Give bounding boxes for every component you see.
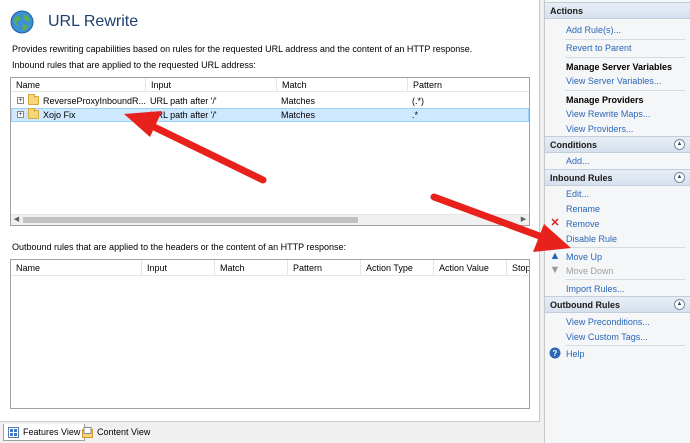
add-rules-link[interactable]: Add Rule(s)... xyxy=(566,25,621,35)
manage-server-variables-heading: Manage Server Variables xyxy=(566,62,673,72)
conditions-header: Conditions ▲ xyxy=(545,136,690,153)
col-input[interactable]: Input xyxy=(142,260,215,276)
rule-pattern: (.*) xyxy=(412,96,424,106)
expand-icon[interactable]: + xyxy=(17,97,24,104)
rule-name: ReverseProxyInboundR... xyxy=(43,96,146,106)
manage-providers-heading: Manage Providers xyxy=(566,95,644,105)
conditions-add-link[interactable]: Add... xyxy=(566,156,590,166)
actions-header: Actions xyxy=(545,2,690,19)
divider xyxy=(565,90,685,91)
import-rules-link[interactable]: Import Rules... xyxy=(566,284,625,294)
view-custom-tags-link[interactable]: View Custom Tags... xyxy=(566,332,648,342)
rule-input: URL path after '/' xyxy=(150,96,217,106)
col-name[interactable]: Name xyxy=(11,260,142,276)
globe-icon xyxy=(10,10,34,34)
outbound-rules-title: Outbound Rules xyxy=(550,300,620,310)
disable-rule-link[interactable]: Disable Rule xyxy=(566,234,617,244)
view-tabs-bar: Features View Content View xyxy=(0,421,540,443)
chevron-up-icon[interactable]: ▲ xyxy=(674,139,685,150)
red-x-icon: ✕ xyxy=(550,217,560,229)
chevron-up-icon[interactable]: ▲ xyxy=(674,299,685,310)
col-pattern[interactable]: Pattern xyxy=(408,78,529,92)
divider xyxy=(565,345,685,346)
rule-name: Xojo Fix xyxy=(43,110,76,120)
inbound-caption: Inbound rules that are applied to the re… xyxy=(12,60,256,70)
col-stop[interactable]: Stop xyxy=(507,260,529,276)
view-server-variables-link[interactable]: View Server Variables... xyxy=(566,76,661,86)
divider xyxy=(565,247,685,248)
table-row[interactable]: + ReverseProxyInboundR... URL path after… xyxy=(11,94,529,108)
view-providers-link[interactable]: View Providers... xyxy=(566,124,633,134)
divider xyxy=(565,39,685,40)
expand-icon[interactable]: + xyxy=(17,111,24,118)
col-match[interactable]: Match xyxy=(215,260,288,276)
inbound-grid-header: Name Input Match Pattern xyxy=(11,78,529,92)
outbound-caption: Outbound rules that are applied to the h… xyxy=(12,242,347,252)
col-pattern[interactable]: Pattern xyxy=(288,260,361,276)
help-link[interactable]: Help xyxy=(566,349,585,359)
view-preconditions-link[interactable]: View Preconditions... xyxy=(566,317,650,327)
features-view-icon xyxy=(8,427,19,438)
tab-features-view[interactable]: Features View xyxy=(3,424,86,441)
table-row-selected[interactable]: + Xojo Fix URL path after '/' Matches .* xyxy=(11,108,529,122)
scroll-right-icon[interactable]: ▶ xyxy=(518,215,529,225)
actions-pane: Actions Add Rule(s)... Revert to Parent … xyxy=(544,0,690,443)
content-view-icon xyxy=(82,427,93,438)
chevron-up-icon[interactable]: ▲ xyxy=(674,172,685,183)
rename-rule-link[interactable]: Rename xyxy=(566,204,600,214)
tab-features-label: Features View xyxy=(23,427,81,437)
remove-rule-link[interactable]: Remove xyxy=(566,219,600,229)
col-input[interactable]: Input xyxy=(146,78,277,92)
page-title: URL Rewrite xyxy=(48,13,139,30)
svg-text:?: ? xyxy=(553,349,558,358)
tab-content-view[interactable]: Content View xyxy=(78,424,154,441)
rule-match: Matches xyxy=(281,110,316,120)
help-icon: ? xyxy=(549,347,561,359)
page-description: Provides rewriting capabilities based on… xyxy=(12,44,473,54)
divider xyxy=(565,279,685,280)
outbound-rules-header: Outbound Rules ▲ xyxy=(545,296,690,313)
tab-content-label: Content View xyxy=(97,427,151,437)
features-panel: URL Rewrite Provides rewriting capabilit… xyxy=(0,0,540,421)
gray-down-arrow-icon: ▼ xyxy=(549,264,561,276)
col-action-type[interactable]: Action Type xyxy=(361,260,434,276)
divider xyxy=(565,57,685,58)
rule-pattern: .* xyxy=(412,110,419,120)
inbound-rules-grid[interactable]: Name Input Match Pattern + ReverseProxyI… xyxy=(10,77,530,226)
revert-to-parent-link[interactable]: Revert to Parent xyxy=(566,43,632,53)
scroll-left-icon[interactable]: ◀ xyxy=(11,215,22,225)
horizontal-scrollbar[interactable]: ◀ ▶ xyxy=(11,214,529,225)
blue-up-arrow-icon: ▲ xyxy=(549,250,561,262)
col-match[interactable]: Match xyxy=(277,78,408,92)
col-action-value[interactable]: Action Value xyxy=(434,260,507,276)
inbound-rules-title: Inbound Rules xyxy=(550,173,613,183)
view-rewrite-maps-link[interactable]: View Rewrite Maps... xyxy=(566,109,650,119)
edit-rule-link[interactable]: Edit... xyxy=(566,189,589,199)
outbound-rules-grid[interactable]: Name Input Match Pattern Action Type Act… xyxy=(10,259,530,409)
scroll-thumb[interactable] xyxy=(23,217,358,223)
rule-match: Matches xyxy=(281,96,316,106)
rule-input: URL path after '/' xyxy=(150,110,217,120)
page-header: URL Rewrite xyxy=(10,8,138,36)
move-down-link: Move Down xyxy=(566,266,614,276)
inbound-rules-header: Inbound Rules ▲ xyxy=(545,169,690,186)
col-name[interactable]: Name xyxy=(11,78,146,92)
outbound-grid-header: Name Input Match Pattern Action Type Act… xyxy=(11,260,529,276)
conditions-title: Conditions xyxy=(550,140,597,150)
move-up-link[interactable]: Move Up xyxy=(566,252,602,262)
